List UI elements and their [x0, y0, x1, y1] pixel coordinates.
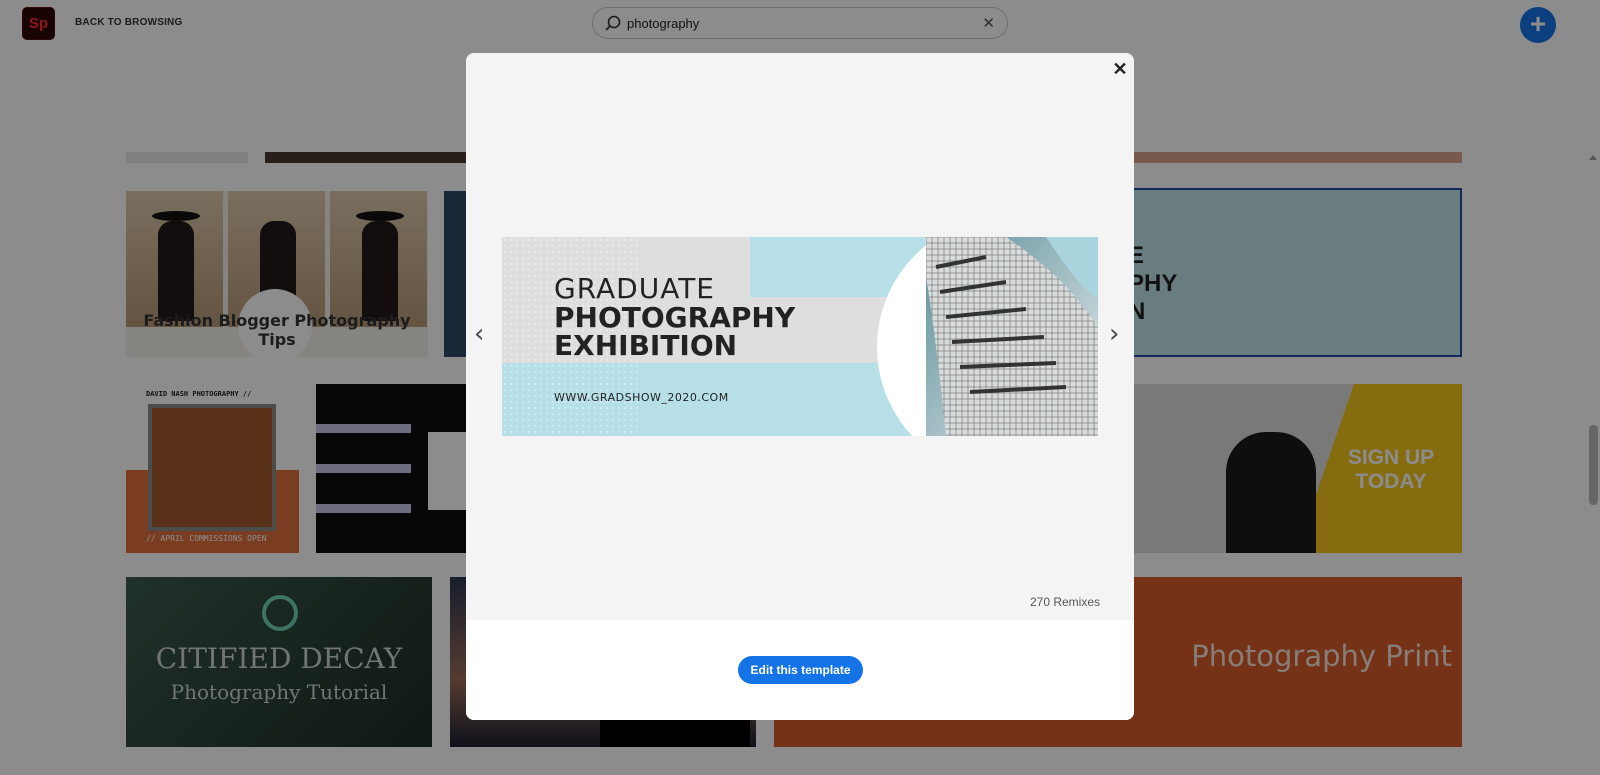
previous-arrow-icon[interactable]: ‹	[474, 319, 484, 349]
template-preview-image: GRADUATE PHOTOGRAPHY EXHIBITION WWW.GRAD…	[502, 237, 1098, 436]
remix-count: 270 Remixes	[1029, 595, 1100, 609]
page-scrollbar[interactable]	[1586, 155, 1600, 775]
close-icon[interactable]: ✕	[1109, 58, 1131, 80]
banner-url: WWW.GRADSHOW_2020.COM	[554, 391, 729, 404]
next-arrow-icon[interactable]: ›	[1109, 319, 1119, 349]
banner-line3: EXHIBITION	[554, 329, 738, 362]
building-photo	[926, 237, 1098, 436]
scroll-up-arrow-icon[interactable]	[1589, 155, 1597, 160]
edit-template-button[interactable]: Edit this template	[738, 656, 863, 684]
scroll-thumb[interactable]	[1589, 425, 1598, 505]
template-preview-modal: ✕ ‹ › GRADUATE PHOTOGRAPHY EXHIBITION WW…	[466, 53, 1134, 720]
